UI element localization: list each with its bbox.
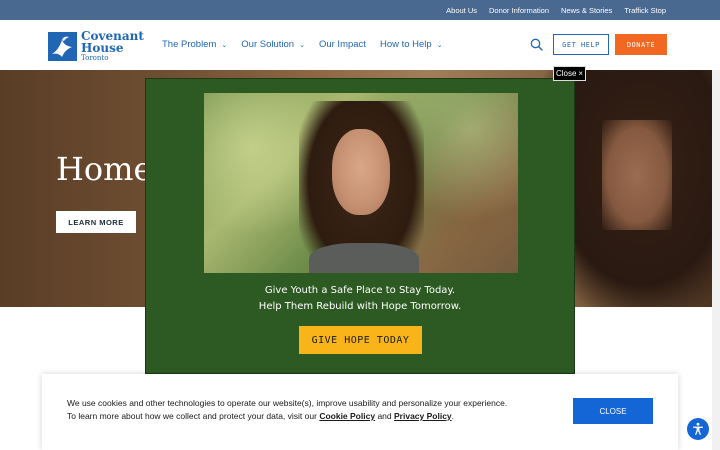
privacy-policy-link[interactable]: Privacy Policy — [394, 411, 452, 421]
nav-item-the-problem[interactable]: The Problem ⌄ — [162, 39, 227, 50]
cookie-and-text: and — [377, 411, 392, 421]
donation-modal: Give Youth a Safe Place to Stay Today. H… — [145, 78, 575, 374]
site-logo[interactable]: Covenant House Toronto — [48, 30, 144, 62]
page-scrollbar[interactable] — [712, 70, 720, 450]
nav-item-label: The Problem — [162, 39, 217, 50]
utility-link-news-stories[interactable]: News & Stories — [561, 6, 612, 15]
main-nav: The Problem ⌄ Our Solution ⌄ Our Impact … — [162, 39, 443, 50]
cookie-period: . — [451, 411, 455, 421]
utility-bar: About Us Donor Information News & Storie… — [0, 0, 720, 20]
modal-message-line2: Help Them Rebuild with Hope Tomorrow. — [258, 301, 462, 312]
chevron-down-icon: ⌄ — [221, 41, 228, 49]
learn-more-button[interactable]: LEARN MORE — [56, 211, 136, 233]
cookie-message: We use cookies and other technologies to… — [67, 397, 557, 423]
modal-message-line1: Give Youth a Safe Place to Stay Today. — [264, 285, 456, 296]
dove-logo-icon — [48, 31, 77, 61]
accessibility-button[interactable] — [687, 418, 709, 440]
cookie-policy-link[interactable]: Cookie Policy — [319, 411, 375, 421]
modal-message: Give Youth a Safe Place to Stay Today. H… — [146, 283, 574, 315]
cookie-message-line2-text: To learn more about how we collect and p… — [67, 411, 317, 421]
modal-close-button[interactable]: Close × — [553, 66, 586, 81]
nav-item-label: Our Solution — [241, 39, 295, 50]
main-header: Covenant House Toronto The Problem ⌄ Our… — [0, 20, 720, 71]
nav-item-our-impact[interactable]: Our Impact — [319, 39, 366, 50]
modal-photo — [204, 93, 518, 273]
nav-item-label: How to Help — [379, 39, 432, 50]
modal-photo-shirt — [309, 243, 419, 273]
close-icon: × — [578, 69, 584, 78]
logo-wordmark: Covenant House Toronto — [81, 30, 144, 62]
chevron-down-icon: ⌄ — [299, 41, 305, 49]
give-hope-today-button[interactable]: GIVE HOPE TODAY — [299, 326, 422, 354]
utility-link-about-us[interactable]: About Us — [446, 6, 477, 15]
utility-link-donor-information[interactable]: Donor Information — [489, 6, 549, 15]
cookie-message-line1: We use cookies and other technologies to… — [67, 398, 508, 408]
utility-link-traffick-stop[interactable]: Traffick Stop — [624, 6, 666, 15]
logo-text-line2: House — [81, 41, 124, 55]
search-icon[interactable] — [530, 38, 543, 51]
cookie-close-button[interactable]: CLOSE — [573, 398, 653, 424]
logo-text-line3: Toronto — [81, 54, 109, 62]
get-help-button[interactable]: GET HELP — [553, 34, 609, 55]
accessibility-icon — [693, 422, 703, 435]
nav-item-label: Our Impact — [318, 39, 366, 50]
modal-photo-face — [332, 129, 390, 215]
hero-heading: Home — [56, 150, 153, 188]
chevron-down-icon: ⌄ — [436, 41, 443, 49]
modal-close-label: Close — [555, 69, 577, 78]
cookie-message-line2: To learn more about how we collect and p… — [67, 410, 557, 423]
donate-button[interactable]: DONATE — [615, 34, 667, 55]
cookie-banner: We use cookies and other technologies to… — [42, 374, 678, 450]
nav-item-how-to-help[interactable]: How to Help ⌄ — [380, 39, 443, 50]
nav-item-our-solution[interactable]: Our Solution ⌄ — [241, 39, 305, 50]
